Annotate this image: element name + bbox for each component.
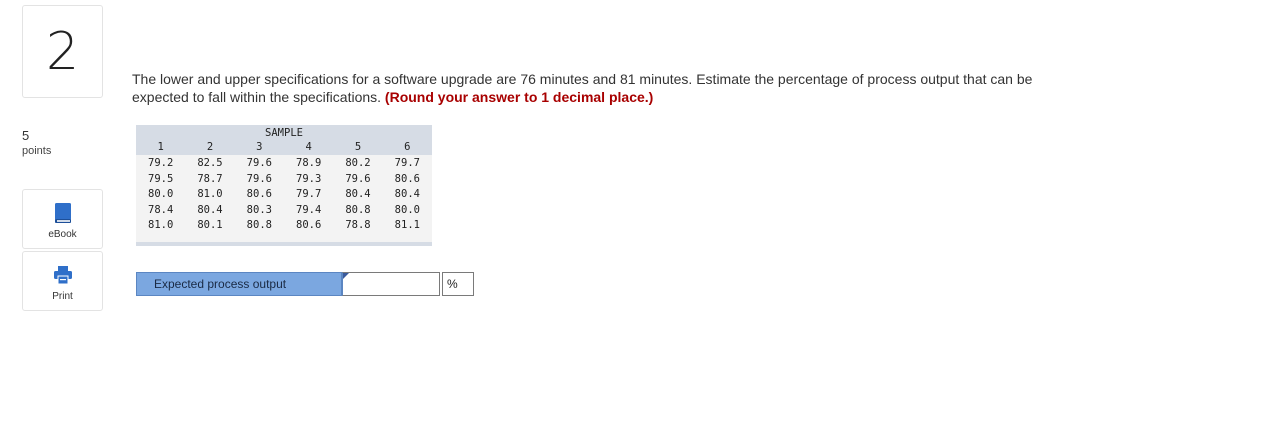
printer-icon	[53, 264, 73, 286]
table-cell: 80.1	[197, 219, 223, 231]
table-cell: 78.4	[148, 203, 174, 216]
table-cell: 81.1	[394, 219, 420, 231]
table-cell: 80.4	[197, 203, 223, 216]
table-cell: 80.6	[296, 219, 322, 231]
book-icon	[54, 202, 72, 224]
table-cell: 78.9	[296, 157, 322, 169]
column-header: 6	[404, 141, 411, 153]
table-cell: 81.0	[197, 188, 223, 200]
table-row: 78.4 80.4 80.3 79.4 80.8 80.0	[136, 203, 432, 219]
expected-output-input[interactable]	[343, 273, 439, 295]
table-title: SAMPLE	[265, 127, 303, 139]
table-body: 79.2 82.5 79.6 78.9 80.2 79.7 79.5 78.7 79.6 79.3…	[136, 155, 432, 234]
column-header: 3	[256, 141, 263, 153]
column-headers: 1 2 3 4 5 6	[136, 140, 432, 154]
question-number-card: 2	[22, 5, 103, 98]
answer-label: Expected process output	[136, 272, 342, 296]
table-cell: 80.8	[345, 203, 371, 216]
table-cell: 81.0	[148, 219, 174, 231]
question-text-block: The lower and upper specifications for a…	[132, 70, 1092, 106]
table-cell: 82.5	[197, 157, 223, 169]
table-cell: 80.4	[394, 188, 420, 200]
unit-label: %	[442, 272, 474, 296]
table-cell: 79.3	[296, 172, 322, 185]
table-cell: 79.4	[296, 203, 322, 216]
table-bottom-rule	[136, 234, 432, 246]
table-row: 81.0 80.1 80.8 80.6 78.8 81.1	[136, 218, 432, 234]
table-cell: 80.3	[246, 203, 272, 216]
table-cell: 79.5	[148, 172, 174, 185]
table-cell: 79.7	[394, 157, 420, 169]
table-cell: 78.7	[197, 172, 223, 185]
table-cell: 80.6	[394, 172, 420, 185]
question-number: 2	[45, 21, 80, 82]
table-row: 79.5 78.7 79.6 79.3 79.6 80.6	[136, 172, 432, 188]
column-header: 2	[206, 141, 214, 153]
points-value: 5	[22, 128, 30, 143]
question-page: 2 5 points eBook Print The lower and upp…	[0, 0, 1277, 422]
table-cell: 80.2	[345, 157, 371, 169]
print-button[interactable]: Print	[22, 251, 103, 311]
rounding-instruction: (Round your answer to 1 decimal place.)	[384, 89, 654, 105]
table-cell: 80.8	[246, 219, 272, 231]
ebook-label: eBook	[48, 229, 77, 240]
table-cell: 80.0	[394, 203, 420, 216]
table-cell: 79.7	[296, 188, 322, 200]
ebook-button[interactable]: eBook	[22, 189, 103, 249]
table-cell: 79.6	[345, 172, 371, 185]
column-header: 1	[157, 141, 164, 153]
table-cell: 80.4	[345, 188, 371, 200]
column-header: 5	[354, 141, 362, 153]
input-flag-icon	[343, 273, 349, 279]
points-label: points	[22, 145, 52, 157]
answer-row: Expected process output %	[136, 272, 474, 296]
table-row: 79.2 82.5 79.6 78.9 80.2 79.7	[136, 156, 432, 172]
table-cell: 79.6	[246, 157, 272, 169]
table-cell: 79.6	[246, 172, 272, 185]
table-cell: 78.8	[345, 219, 371, 231]
sample-data-table: SAMPLE 123456 79.2 82.5 79.6 78.9 80.2 79.7 79…	[136, 125, 432, 246]
table-header: SAMPLE 1 2 3 4 5 6	[136, 125, 432, 155]
table-cell: 80.0	[148, 188, 174, 200]
table-cell: 80.6	[246, 188, 272, 200]
table-row: 80.0 81.0 80.6 79.7 80.4 80.4	[136, 187, 432, 203]
print-label: Print	[52, 291, 73, 302]
column-header: 4	[305, 141, 312, 153]
table-cell: 79.2	[148, 157, 174, 169]
answer-input-box[interactable]	[342, 272, 440, 296]
